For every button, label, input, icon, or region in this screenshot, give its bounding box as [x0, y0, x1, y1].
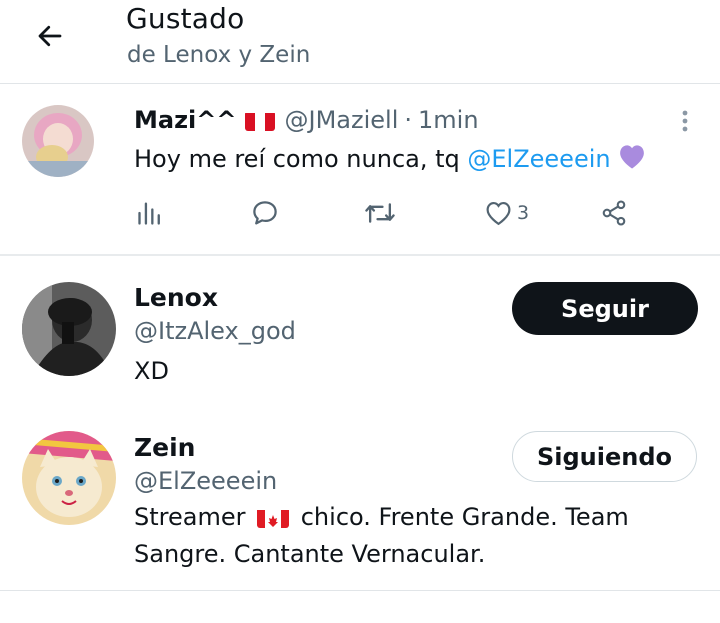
- reply-button[interactable]: [250, 196, 280, 230]
- user-handle[interactable]: @ElZeeeein: [134, 467, 277, 495]
- avatar[interactable]: [22, 105, 94, 177]
- page-title: Gustado: [126, 2, 245, 35]
- share-icon: [602, 200, 626, 226]
- like-count: 3: [517, 202, 530, 224]
- tweet-text-body: Hoy me reí como nunca, tq: [134, 145, 468, 173]
- canada-flag-icon: [257, 506, 290, 528]
- follow-button[interactable]: Seguir: [512, 282, 698, 335]
- tweet-actions: 3: [136, 196, 636, 230]
- purple-heart-icon: [617, 142, 647, 176]
- user-name[interactable]: Lenox: [134, 283, 218, 312]
- top-bar: Gustado de Lenox y Zein: [0, 0, 720, 84]
- analytics-button[interactable]: [136, 196, 164, 230]
- retweet-icon: [365, 203, 395, 223]
- avatar[interactable]: [22, 431, 116, 525]
- tweet[interactable]: Mazi^^ @JMaziell · 1min Hoy me reí como …: [0, 84, 720, 256]
- author-handle[interactable]: @JMaziell: [285, 106, 399, 134]
- peru-flag-icon: [244, 111, 275, 131]
- bio-text-start: Streamer: [134, 503, 254, 531]
- separator-dot: ·: [404, 106, 412, 134]
- arrow-left-icon: [38, 25, 62, 47]
- user-bio: Streamer chico. Frente Grande. Team Sang…: [134, 499, 674, 573]
- mention-link[interactable]: @ElZeeeein: [467, 145, 610, 173]
- user-name[interactable]: Zein: [134, 433, 195, 462]
- user-cell-lenox[interactable]: Lenox @ItzAlex_god XD: [0, 255, 720, 415]
- tweet-header: Mazi^^ @JMaziell · 1min: [134, 106, 479, 134]
- avatar[interactable]: [22, 282, 116, 376]
- retweet-button[interactable]: [364, 196, 396, 230]
- heart-outline-icon: [486, 202, 511, 226]
- share-button[interactable]: [600, 196, 628, 230]
- back-button[interactable]: [30, 16, 70, 56]
- user-bio: XD: [134, 357, 169, 385]
- reply-icon: [253, 201, 277, 225]
- more-options-button[interactable]: [676, 106, 694, 136]
- analytics-icon: [138, 202, 160, 225]
- following-button[interactable]: Siguiendo: [512, 431, 697, 482]
- author-name[interactable]: Mazi^^: [134, 106, 237, 134]
- like-button[interactable]: 3: [484, 196, 529, 230]
- user-handle[interactable]: @ItzAlex_god: [134, 317, 296, 345]
- more-vertical-icon: [682, 110, 688, 132]
- tweet-text: Hoy me reí como nunca, tq @ElZeeeein: [134, 142, 647, 176]
- divider: [0, 590, 720, 591]
- tweet-time[interactable]: 1min: [418, 106, 479, 134]
- page-subtitle: de Lenox y Zein: [127, 42, 311, 68]
